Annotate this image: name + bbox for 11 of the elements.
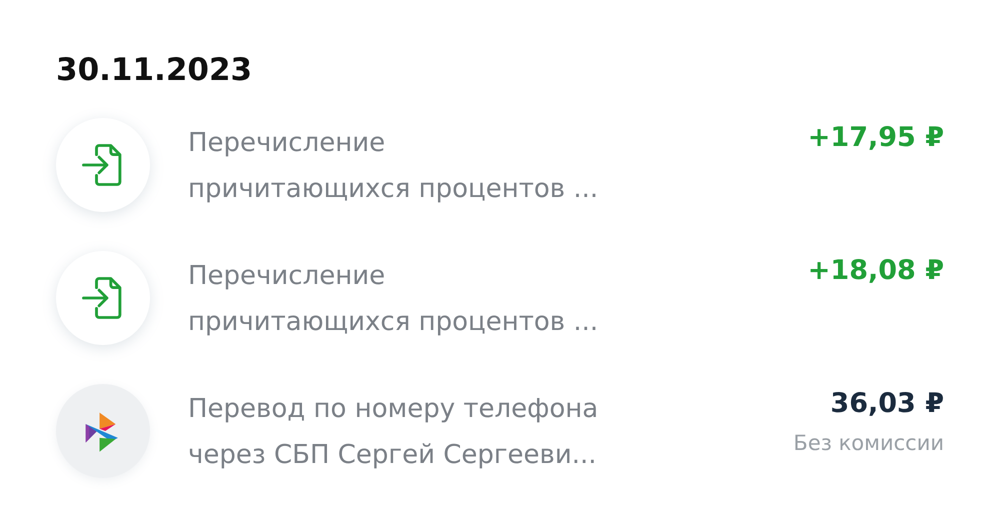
operation-description: причитающихся процентов ... bbox=[188, 306, 598, 339]
operation-amount: +17,95 ₽ bbox=[808, 122, 944, 153]
commission-note: Без комиссии bbox=[793, 431, 944, 455]
operation-title: Перевод по номеру телефона bbox=[188, 393, 598, 426]
operation-amount: +18,08 ₽ bbox=[808, 255, 944, 286]
operation-description: причитающихся процентов ... bbox=[188, 173, 598, 206]
date-heading: 30.11.2023 bbox=[56, 52, 252, 88]
operation-amount: 36,03 ₽ bbox=[830, 388, 944, 419]
operation-title: Перечисление bbox=[188, 260, 386, 293]
operation-description: через СБП Сергей Сергееви... bbox=[188, 439, 597, 472]
operation-title: Перечисление bbox=[188, 127, 386, 160]
